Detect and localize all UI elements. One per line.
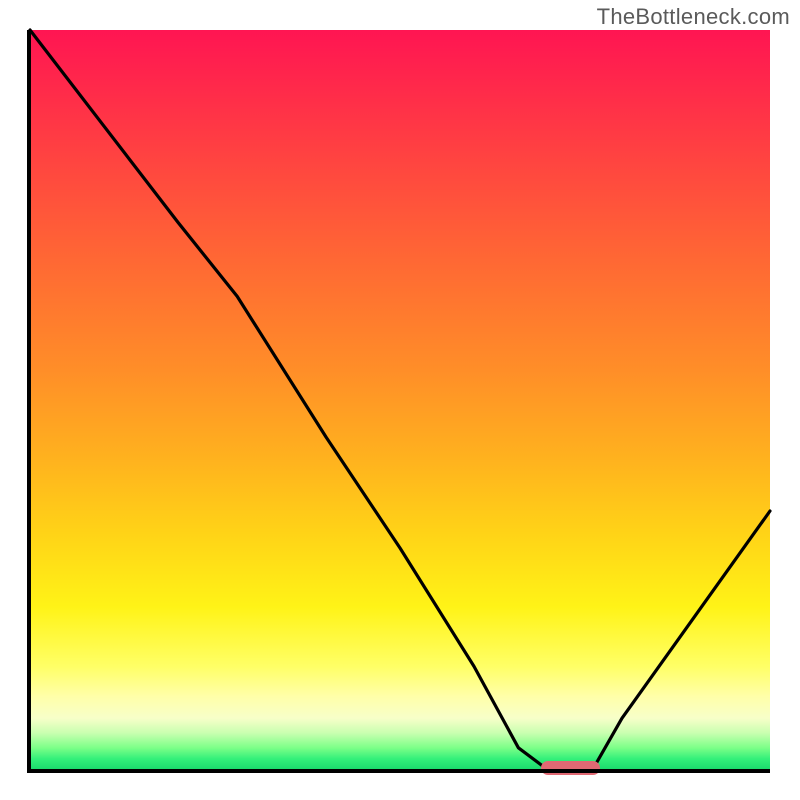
bottleneck-curve-line [30,30,770,770]
watermark-text: TheBottleneck.com [597,4,790,30]
y-axis-line [27,30,31,773]
curve-svg [30,30,770,770]
plot-area [30,30,770,770]
chart-container: TheBottleneck.com [0,0,800,800]
x-axis-line [30,769,770,773]
